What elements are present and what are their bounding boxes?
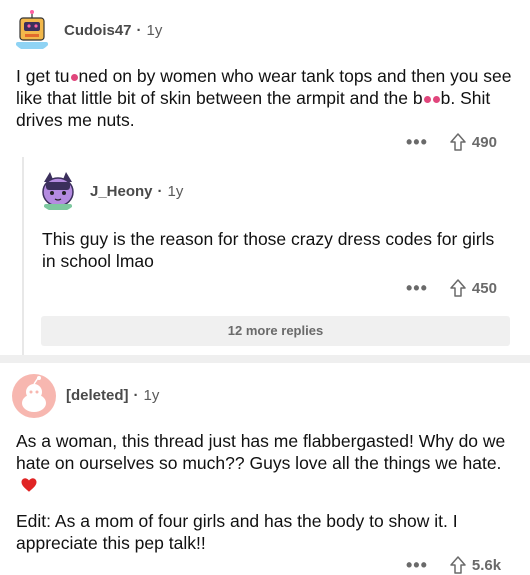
comment-body: This guy is the reason for those crazy d…: [42, 229, 495, 271]
censor-mark: [432, 96, 440, 103]
timestamp: 1y: [143, 387, 160, 404]
deleted-user-icon: [12, 374, 56, 418]
comment-meta: [deleted] · 1y: [66, 387, 159, 404]
timestamp: 1y: [167, 183, 184, 200]
separator-dot: ·: [133, 387, 139, 404]
robot-avatar-icon[interactable]: [10, 8, 54, 52]
upvote-icon: [450, 279, 466, 297]
comment-meta: J_Heony · 1y: [90, 183, 183, 200]
upvote-button[interactable]: 450: [450, 279, 497, 297]
separator-dot: ·: [136, 22, 142, 39]
comment-meta: Cudois47 · 1y: [64, 22, 162, 39]
comment-actions: ••• 490: [406, 132, 497, 152]
divider: [0, 355, 530, 363]
more-options-icon[interactable]: •••: [406, 279, 428, 297]
more-options-icon[interactable]: •••: [406, 556, 428, 574]
comment-body: As a woman, this thread just has me flab…: [16, 430, 514, 496]
upvote-icon: [450, 556, 466, 574]
comment-actions: ••• 5.6k: [406, 555, 501, 575]
upvote-icon: [450, 133, 466, 151]
thread-line[interactable]: [22, 157, 24, 362]
comment-body: I get tu ned on by women who wear tank to…: [16, 65, 514, 131]
timestamp: 1y: [146, 22, 163, 39]
cat-avatar-icon[interactable]: [36, 168, 80, 212]
censor-mark: [70, 74, 78, 81]
comment-actions: ••• 450: [406, 278, 497, 298]
username: [deleted]: [66, 387, 129, 404]
comment-text-part: I get tu: [16, 66, 70, 86]
separator-dot: ·: [157, 183, 163, 200]
censor-mark: [423, 96, 431, 103]
comment-paragraph: As a woman, this thread just has me flab…: [16, 431, 506, 473]
username[interactable]: J_Heony: [90, 183, 153, 200]
more-options-icon[interactable]: •••: [406, 133, 428, 151]
vote-count: 490: [471, 133, 497, 151]
heart-emoji-icon: [21, 478, 37, 492]
comment-paragraph: Edit: As a mom of four girls and has the…: [16, 511, 458, 553]
more-replies-button[interactable]: 12 more replies: [41, 316, 510, 346]
upvote-button[interactable]: 5.6k: [450, 556, 501, 574]
vote-count: 450: [471, 279, 497, 297]
vote-count: 5.6k: [471, 556, 502, 574]
username[interactable]: Cudois47: [64, 22, 132, 39]
upvote-button[interactable]: 490: [450, 133, 497, 151]
